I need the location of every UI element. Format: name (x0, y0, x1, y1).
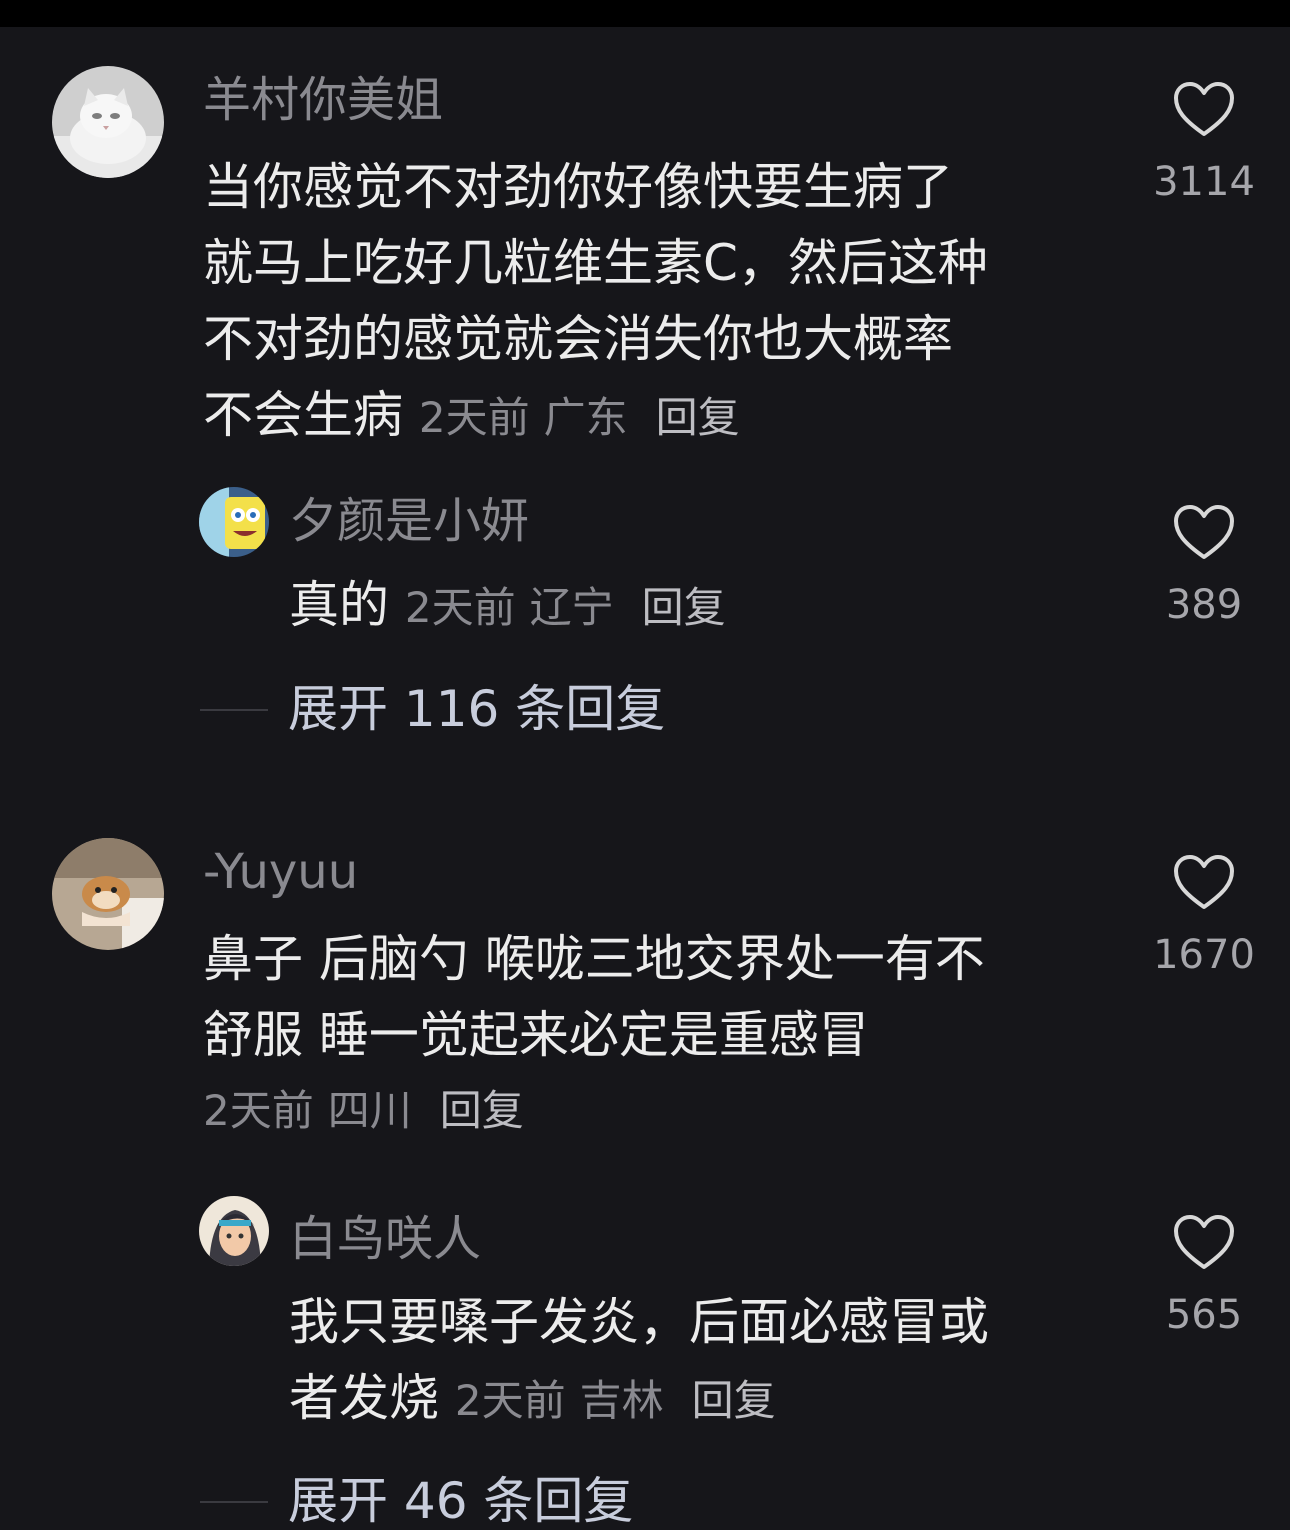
heart-icon (1174, 82, 1234, 136)
reply-username[interactable]: 夕颜是小妍 (289, 497, 529, 545)
reply-button[interactable]: 回复 (656, 393, 740, 442)
status-bar-strip (0, 0, 1290, 27)
comment-location: 四川 (327, 1086, 412, 1135)
heart-icon (1174, 1215, 1234, 1269)
reply-line: 真的 (289, 576, 389, 634)
comment-line: 不对劲的感觉就会消失你也大概率 (203, 310, 953, 368)
reply-body: 真的 2天前 辽宁 回复 (289, 580, 726, 630)
reply-last-line: 真的 2天前 辽宁 回复 (289, 580, 726, 630)
reply-location: 吉林 (579, 1376, 664, 1425)
like-count: 389 (1165, 582, 1243, 628)
like-count: 3114 (1153, 159, 1255, 205)
comment-body: 当你感觉不对劲你好像快要生病了 就马上吃好几粒维生素C，然后这种 不对劲的感觉就… (203, 162, 988, 440)
divider-dash (200, 1501, 268, 1503)
reply-body: 我只要嗓子发炎，后面必感冒或 者发烧 2天前 吉林 回复 (289, 1297, 989, 1423)
reply-line: 者发烧 (289, 1369, 439, 1427)
expand-replies-button[interactable]: 展开 116 条回复 (200, 684, 665, 734)
reply-button[interactable]: 回复 (642, 583, 726, 632)
reply-button[interactable]: 回复 (440, 1086, 524, 1135)
avatar-hamster[interactable] (52, 838, 164, 950)
comment-body: 鼻子 后脑勺 喉咙三地交界处一有不 舒服 睡一觉起来必定是重感冒 2天前 四川 回复 (203, 934, 985, 1132)
heart-icon (1174, 505, 1234, 559)
comment-time: 2天前 (203, 1086, 314, 1135)
like-button[interactable]: 389 (1144, 503, 1264, 625)
reply-line: 我只要嗓子发炎，后面必感冒或 (289, 1293, 989, 1351)
comment-line: 不会生病 (203, 386, 403, 444)
avatar-white-cat[interactable] (52, 66, 164, 178)
reply-last-line: 者发烧 2天前 吉林 回复 (289, 1373, 989, 1423)
expand-replies-label: 展开 116 条回复 (288, 680, 666, 738)
reply-username[interactable]: 白鸟咲人 (289, 1215, 481, 1263)
heart-icon (1174, 855, 1234, 909)
reply-time: 2天前 (454, 1376, 566, 1425)
like-button[interactable]: 565 (1144, 1213, 1264, 1335)
reply-meta: 2天前 吉林 回复 (455, 1376, 776, 1425)
reply-location: 辽宁 (529, 583, 614, 632)
avatar-spongebob[interactable] (199, 487, 269, 557)
comment-line: 鼻子 后脑勺 喉咙三地交界处一有不 (203, 930, 985, 988)
like-count: 1670 (1153, 932, 1255, 978)
comment-location: 广东 (543, 393, 628, 442)
comment-username[interactable]: 羊村你美姐 (203, 76, 443, 124)
comment-line: 当你感觉不对劲你好像快要生病了 (203, 158, 953, 216)
comment-last-line: 不会生病 2天前 广东 回复 (203, 390, 988, 440)
reply-button[interactable]: 回复 (692, 1376, 776, 1425)
like-button[interactable]: 1670 (1144, 853, 1264, 975)
comment-meta: 2天前 四川 回复 (203, 1090, 985, 1132)
reply-meta: 2天前 辽宁 回复 (405, 583, 726, 632)
comment-line: 舒服 睡一觉起来必定是重感冒 (203, 1006, 869, 1064)
like-button[interactable]: 3114 (1144, 80, 1264, 202)
comment-meta: 2天前 广东 回复 (419, 393, 740, 442)
comment-line: 就马上吃好几粒维生素C，然后这种 (203, 234, 988, 292)
divider-dash (200, 709, 268, 711)
comment-time: 2天前 (418, 393, 530, 442)
expand-replies-label: 展开 46 条回复 (288, 1472, 634, 1530)
reply-time: 2天前 (404, 583, 516, 632)
comment-username[interactable]: -Yuyuu (203, 848, 358, 896)
avatar-anime-character[interactable] (199, 1196, 269, 1266)
like-count: 565 (1165, 1292, 1243, 1338)
expand-replies-button[interactable]: 展开 46 条回复 (200, 1476, 633, 1526)
